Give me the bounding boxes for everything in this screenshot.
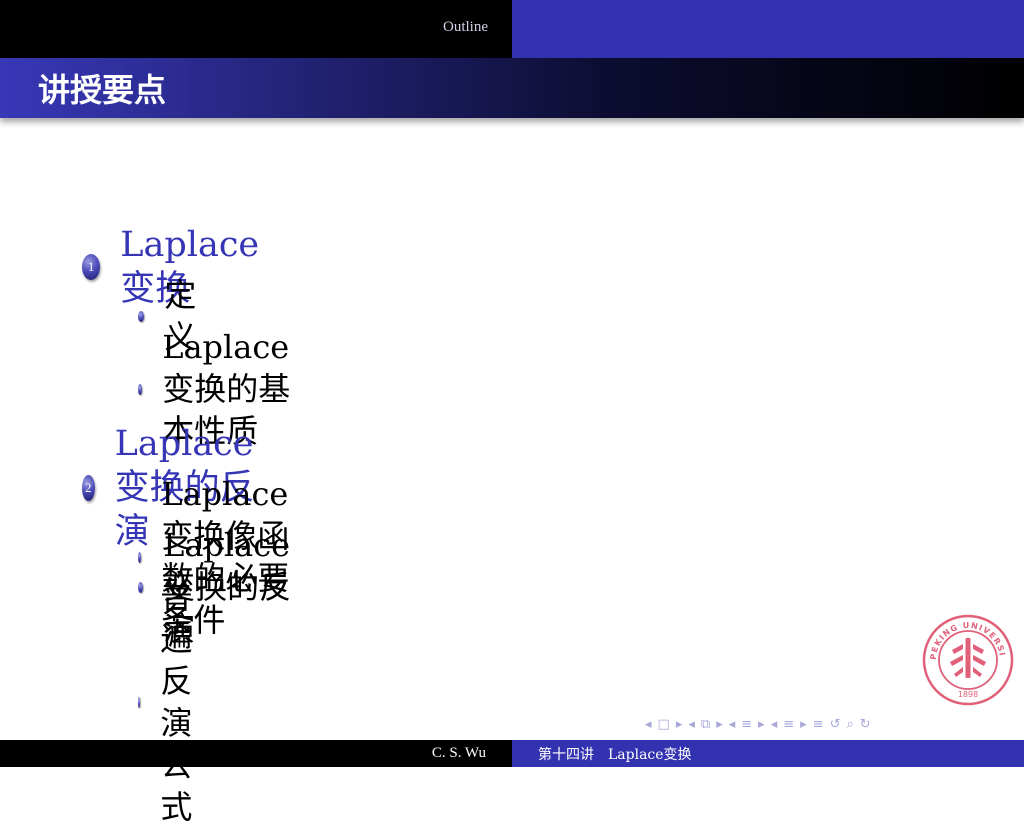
- nav-search-icon[interactable]: ⌕: [846, 717, 853, 732]
- footer-title: 第十四讲 Laplace变换: [538, 746, 692, 763]
- outline-link[interactable]: Outline: [443, 19, 488, 36]
- nav-frame-icon[interactable]: □: [658, 717, 670, 732]
- nav-next-subsection-icon[interactable]: ▸: [716, 717, 723, 732]
- svg-text:PEKING UNIVERSITY: PEKING UNIVERSITY: [922, 614, 1007, 660]
- nav-prev-subsection-icon[interactable]: ◂: [688, 717, 695, 732]
- nav-back-icon[interactable]: ↺: [830, 717, 841, 732]
- section-number-badge: 2: [82, 475, 95, 501]
- nav-prev-section-icon[interactable]: ◂: [729, 717, 736, 732]
- headline-right: [512, 0, 1024, 58]
- footer-author-box: C. S. Wu: [0, 740, 512, 767]
- frame-title-bar: 讲授要点: [0, 58, 1024, 118]
- frame-title: 讲授要点: [38, 71, 167, 109]
- nav-next-document-icon[interactable]: ▸: [800, 717, 807, 732]
- footer-author: C. S. Wu: [431, 745, 486, 761]
- svg-text:1898: 1898: [958, 690, 978, 699]
- nav-section-icon[interactable]: ≡: [741, 717, 752, 732]
- nav-prev-frame-icon[interactable]: ◂: [645, 717, 652, 732]
- bullet-icon: [138, 310, 145, 322]
- footer-bar: C. S. Wu 第十四讲 Laplace变换: [0, 740, 1024, 767]
- nav-forward-icon[interactable]: ↻: [860, 717, 871, 732]
- footer-title-box: 第十四讲 Laplace变换: [512, 740, 1024, 767]
- headline-left: Outline: [0, 0, 512, 58]
- nav-subsection-icon[interactable]: ⧉: [701, 717, 710, 732]
- section-number-badge: 1: [82, 254, 101, 280]
- bullet-icon: [138, 696, 141, 708]
- nav-next-frame-icon[interactable]: ▸: [676, 717, 683, 732]
- subsection-label: 普遍反演公式: [160, 578, 193, 826]
- peking-university-seal-icon: PEKING UNIVERSITY 1898: [922, 614, 1014, 706]
- bullet-icon: [138, 383, 143, 395]
- toc-subsection[interactable]: 普遍反演公式: [138, 576, 201, 828]
- nav-next-section-icon[interactable]: ▸: [758, 717, 765, 732]
- nav-prev-document-icon[interactable]: ◂: [771, 717, 778, 732]
- nav-appendix-icon[interactable]: ≡: [813, 717, 824, 732]
- headline-bar: Outline: [0, 0, 1024, 58]
- nav-document-icon[interactable]: ≡: [783, 717, 794, 732]
- navigation-symbols: ◂ □ ▸ ◂ ⧉ ▸ ◂ ≡ ▸ ◂ ≡ ▸ ≡ ↺ ⌕ ↻: [645, 713, 1017, 735]
